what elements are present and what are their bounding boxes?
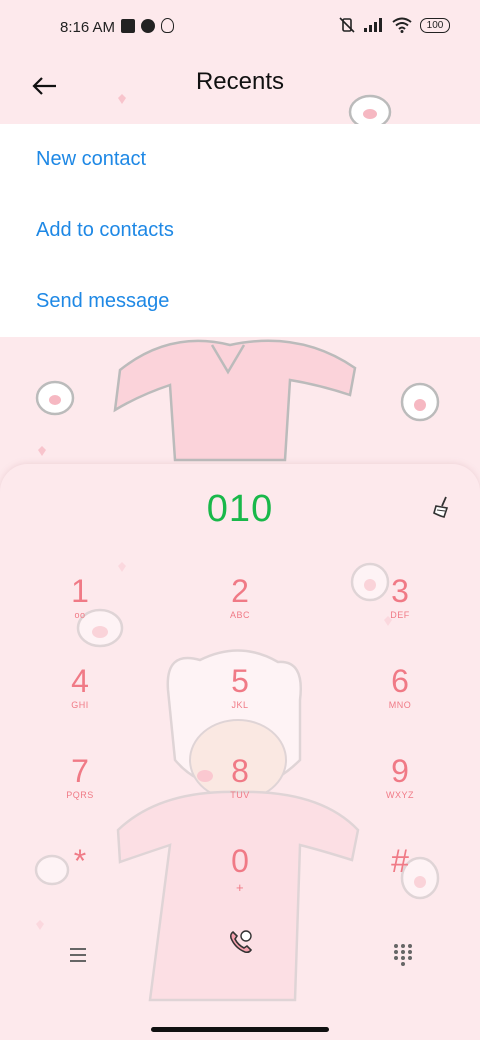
location-icon (161, 18, 174, 33)
key-digit: 5 (231, 663, 249, 699)
status-time: 8:16 AM (60, 19, 116, 36)
key-digit: 6 (391, 663, 409, 699)
contact-options-menu: New contact Add to contacts Send message (0, 124, 480, 337)
gesture-nav-handle[interactable] (151, 1027, 329, 1032)
app-circle-icon (141, 18, 155, 33)
key-digit: * (73, 843, 87, 879)
dial-key-8[interactable]: 8 TUV (180, 754, 300, 834)
dial-key-1[interactable]: 1 oo (20, 574, 140, 654)
key-digit: 3 (391, 573, 409, 609)
dial-key-7[interactable]: 7 PQRS (20, 754, 140, 834)
dialpad-panel: 010 1 oo 2 ABC 3 DEF 4 GHI 5 JKL 6 MNO 7… (0, 464, 480, 1040)
key-letters: ABC (229, 610, 250, 620)
page-title: Recents (195, 68, 285, 95)
app-header: Recents (0, 56, 480, 124)
key-digit: 2 (231, 573, 249, 609)
add-to-contacts-option[interactable]: Add to contacts (0, 195, 480, 266)
dial-key-3[interactable]: 3 DEF (340, 574, 460, 654)
dial-key-hash[interactable]: # (340, 844, 460, 924)
battery-indicator: 100 (420, 17, 450, 33)
key-digit: 9 (391, 753, 409, 789)
dial-key-5[interactable]: 5 JKL (180, 664, 300, 744)
key-letters: GHI (71, 700, 89, 710)
dial-key-0[interactable]: 0 + (180, 844, 300, 924)
dial-key-9[interactable]: 9 WXYZ (340, 754, 460, 834)
new-contact-option[interactable]: New contact (0, 124, 480, 195)
call-icon[interactable] (225, 926, 255, 956)
key-letters: TUV (230, 790, 250, 800)
dial-key-6[interactable]: 6 MNO (340, 664, 460, 744)
key-letters: JKL (231, 700, 249, 710)
send-message-option[interactable]: Send message (0, 266, 480, 337)
notification-square-icon (121, 18, 135, 33)
vibrate-off-icon (339, 17, 355, 33)
key-letters: + (235, 880, 245, 895)
key-letters: PQRS (66, 790, 94, 800)
key-digit: 8 (231, 753, 249, 789)
dial-key-star[interactable]: * (20, 844, 140, 924)
dialed-number[interactable]: 010 (0, 488, 480, 531)
key-digit: # (391, 843, 409, 879)
key-digit: 1 (71, 573, 89, 609)
signal-icon (364, 18, 382, 32)
key-digit: 0 (231, 843, 249, 879)
voicemail-icon: oo (74, 610, 86, 620)
keypad-grid-icon[interactable] (388, 940, 418, 970)
broom-icon[interactable] (428, 494, 454, 520)
status-bar: 8:16 AM 100 (0, 0, 480, 56)
key-digit: 4 (71, 663, 89, 699)
dial-key-4[interactable]: 4 GHI (20, 664, 140, 744)
hamburger-menu-icon[interactable] (64, 940, 94, 970)
key-letters: WXYZ (386, 790, 414, 800)
dial-key-2[interactable]: 2 ABC (180, 574, 300, 654)
key-letters: DEF (390, 610, 410, 620)
wifi-icon (392, 17, 412, 33)
key-letters: MNO (388, 700, 412, 710)
key-digit: 7 (71, 753, 89, 789)
